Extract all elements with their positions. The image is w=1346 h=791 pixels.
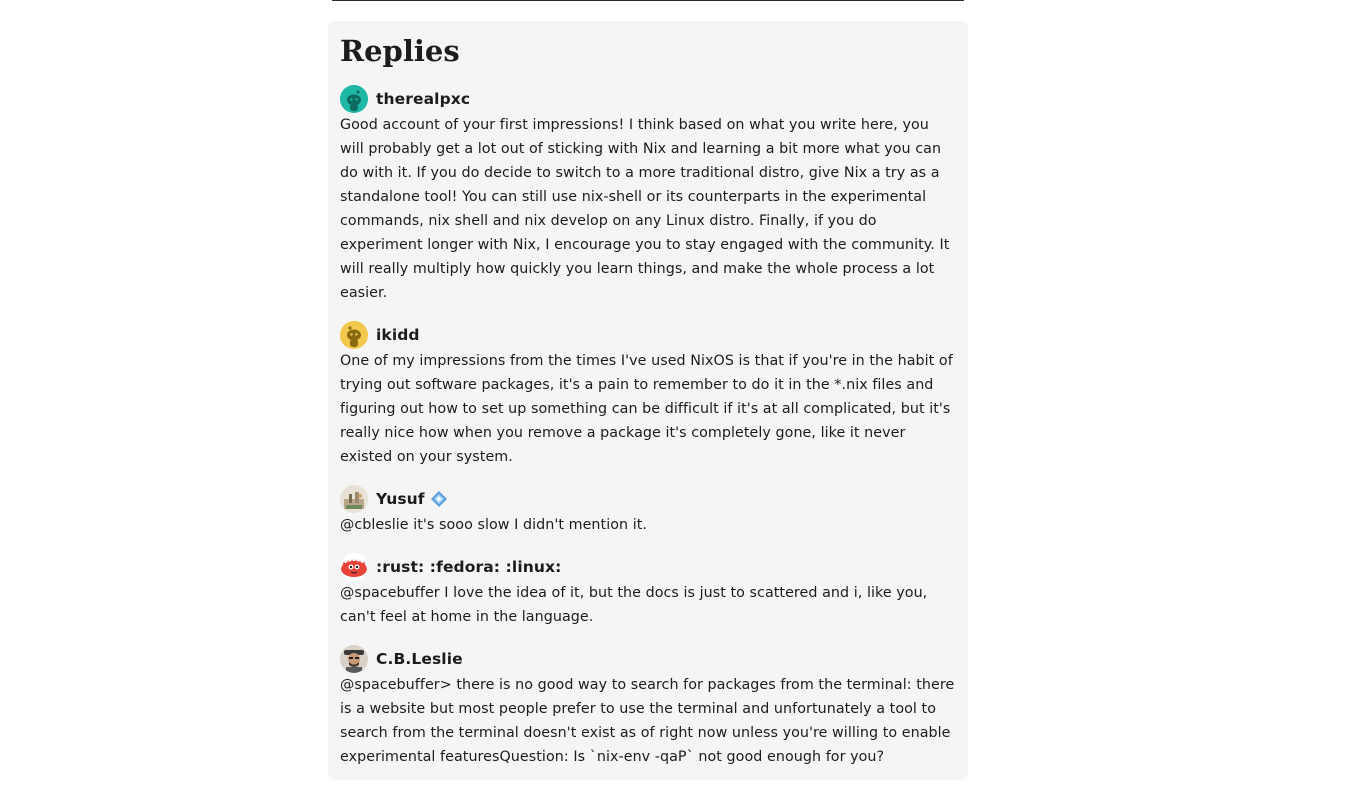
reply-body: Good account of your first impressions! … (340, 117, 950, 301)
reply-body: @cbleslie it's sooo slow I didn't mentio… (340, 517, 647, 533)
reply-body: @spacebuffer I love the idea of it, but … (340, 585, 928, 625)
reply-header: C.B.Leslie (340, 645, 956, 673)
reply-header: therealpxc (340, 85, 956, 113)
reddit-snoo-avatar-icon[interactable] (340, 321, 368, 349)
reply-username[interactable]: ikidd (376, 326, 420, 344)
reply-username[interactable]: therealpxc (376, 90, 470, 108)
reply-item: therealpxc Good account of your first im… (340, 85, 956, 305)
reply-item: :rust: :fedora: :linux: @spacebuffer I l… (340, 553, 956, 629)
reply-username[interactable]: C.B.Leslie (376, 650, 463, 668)
reddit-snoo-avatar-icon[interactable] (340, 85, 368, 113)
reply-body: One of my impressions from the times I'v… (340, 353, 953, 465)
replies-heading: Replies (340, 34, 460, 68)
replies-section: Replies therealpxc Good account of your … (328, 21, 968, 780)
reply-item: Yusuf @cbleslie it's sooo slow I didn't … (340, 485, 956, 537)
blue-diamond-badge-icon (430, 490, 448, 508)
reply-username[interactable]: Yusuf (376, 490, 425, 508)
user-photo-avatar-icon[interactable] (340, 485, 368, 513)
reply-body: @spacebuffer> there is no good way to se… (340, 677, 955, 765)
reply-username[interactable]: :rust: :fedora: :linux: (376, 558, 561, 576)
reply-header: :rust: :fedora: :linux: (340, 553, 956, 581)
user-photo-avatar-icon[interactable] (340, 645, 368, 673)
top-divider (332, 0, 964, 1)
reply-item: C.B.Leslie @spacebuffer> there is no goo… (340, 645, 956, 769)
reply-item: ikidd One of my impressions from the tim… (340, 321, 956, 469)
reply-header: Yusuf (340, 485, 956, 513)
ferris-crab-avatar-icon[interactable] (340, 553, 368, 581)
reply-header: ikidd (340, 321, 956, 349)
